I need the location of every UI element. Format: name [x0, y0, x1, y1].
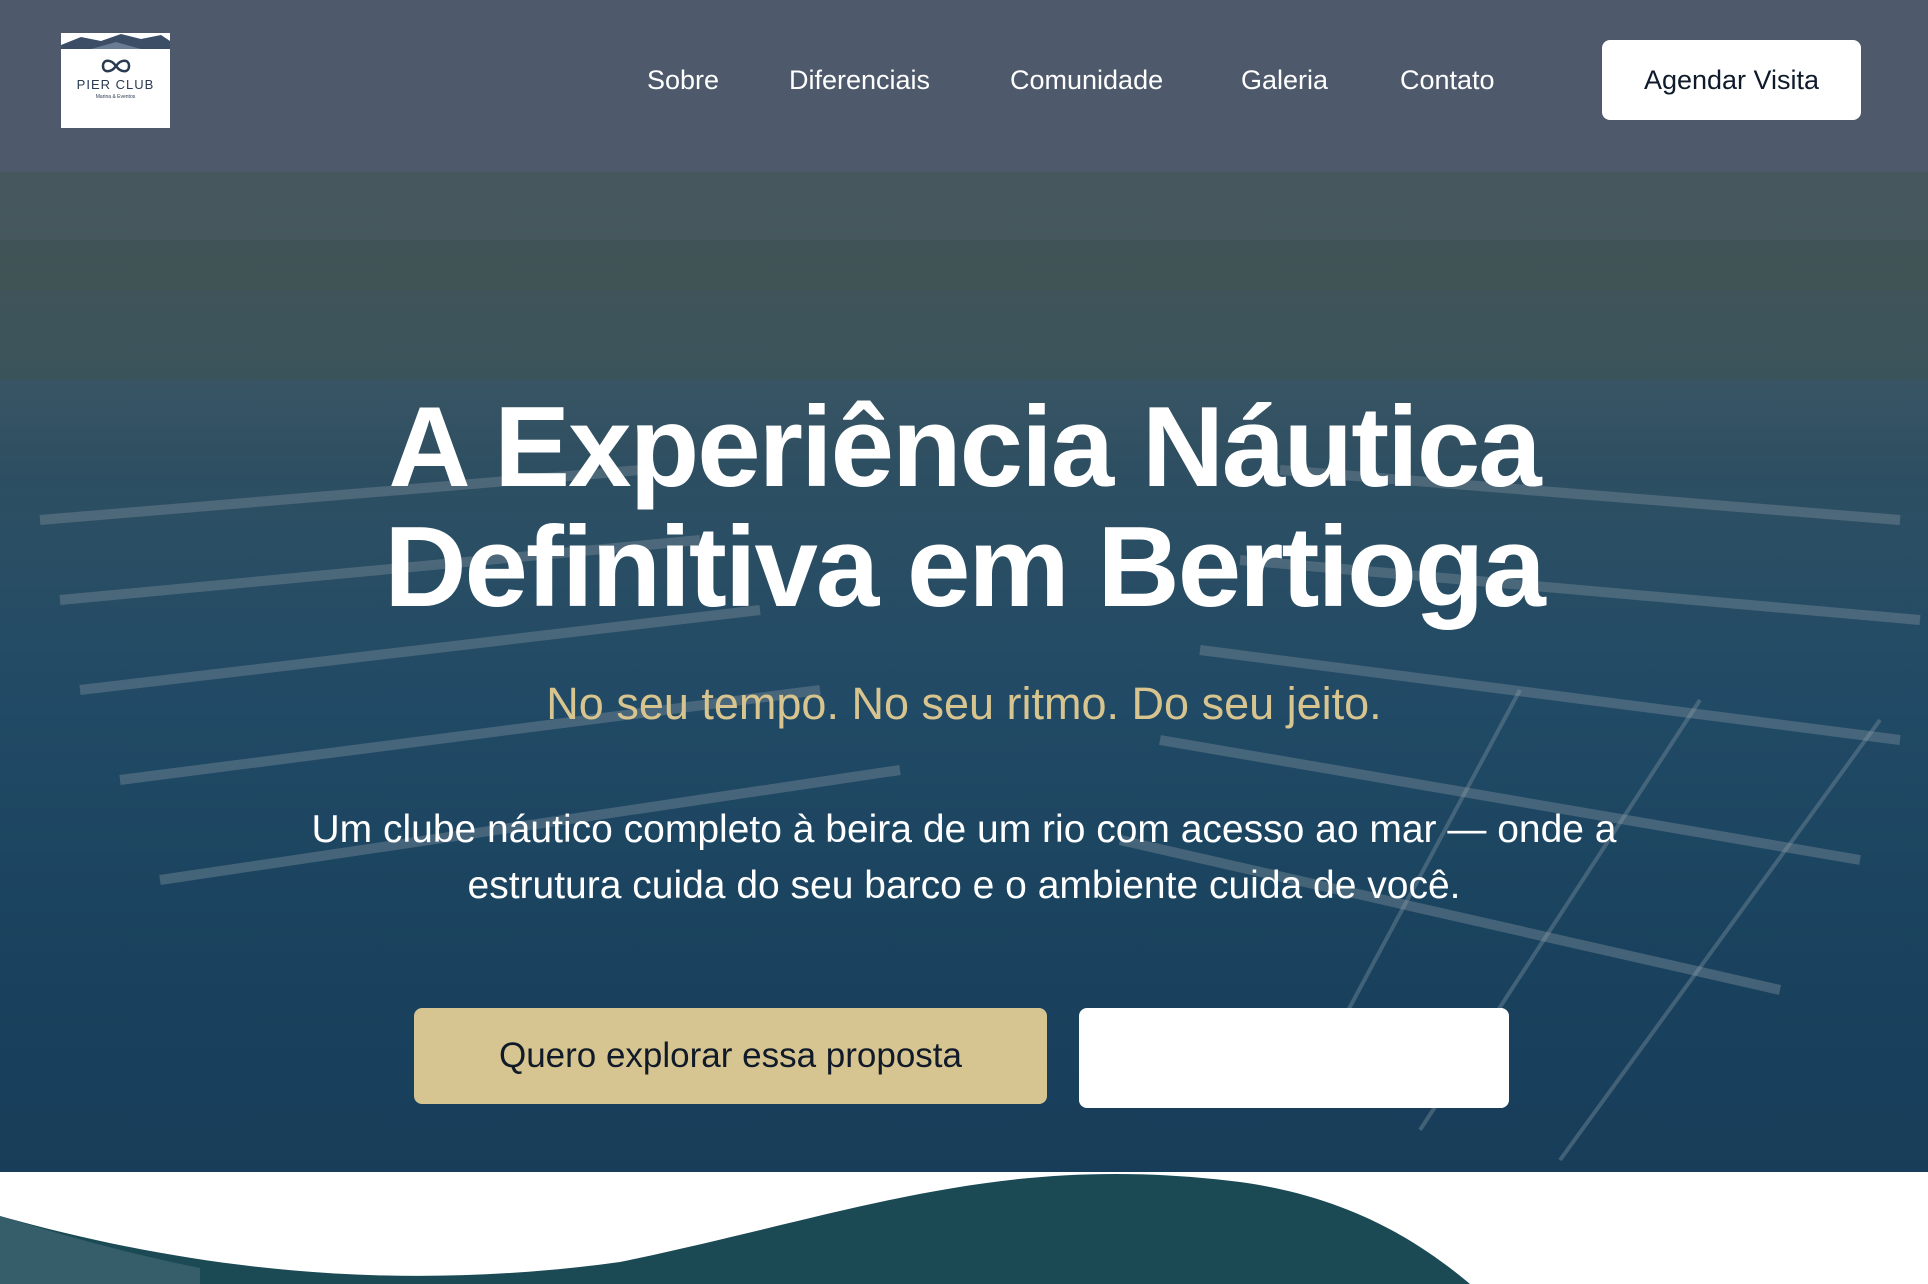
- hero-title-line-2: Definitiva em Bertioga: [384, 504, 1546, 631]
- hero-section: A Experiência Náutica Definitiva em Bert…: [0, 0, 1928, 1172]
- nav-link-comunidade[interactable]: Comunidade: [1010, 62, 1163, 98]
- top-navbar: PIER CLUB Marina & Eventos Sobre Diferen…: [0, 0, 1928, 172]
- nav-link-galeria[interactable]: Galeria: [1241, 62, 1328, 98]
- hero-title-line-1: A Experiência Náutica: [388, 384, 1541, 511]
- infinity-knot-icon: [101, 59, 130, 73]
- hero-description: Um clube náutico completo à beira de um …: [0, 802, 1928, 914]
- wave-divider: [0, 1172, 1928, 1284]
- pier-club-logo[interactable]: PIER CLUB Marina & Eventos: [61, 33, 170, 128]
- explore-proposal-button[interactable]: Quero explorar essa proposta: [414, 1008, 1047, 1104]
- secondary-cta-button[interactable]: [1079, 1008, 1509, 1108]
- schedule-visit-button[interactable]: Agendar Visita: [1602, 40, 1861, 120]
- hero-tagline: No seu tempo. No seu ritmo. Do seu jeito…: [546, 678, 1382, 729]
- nav-link-sobre[interactable]: Sobre: [647, 62, 719, 98]
- nav-link-diferenciais[interactable]: Diferenciais: [789, 62, 930, 98]
- hero-title: A Experiência Náutica Definitiva em Bert…: [0, 388, 1928, 628]
- logo-name: PIER CLUB: [76, 77, 155, 92]
- nav-link-contato[interactable]: Contato: [1400, 62, 1495, 98]
- hero-description-line-1: Um clube náutico completo à beira de um …: [311, 808, 1617, 851]
- hero-description-line-2: estrutura cuida do seu barco e o ambient…: [467, 864, 1461, 907]
- logo-subtitle: Marina & Eventos: [95, 94, 136, 100]
